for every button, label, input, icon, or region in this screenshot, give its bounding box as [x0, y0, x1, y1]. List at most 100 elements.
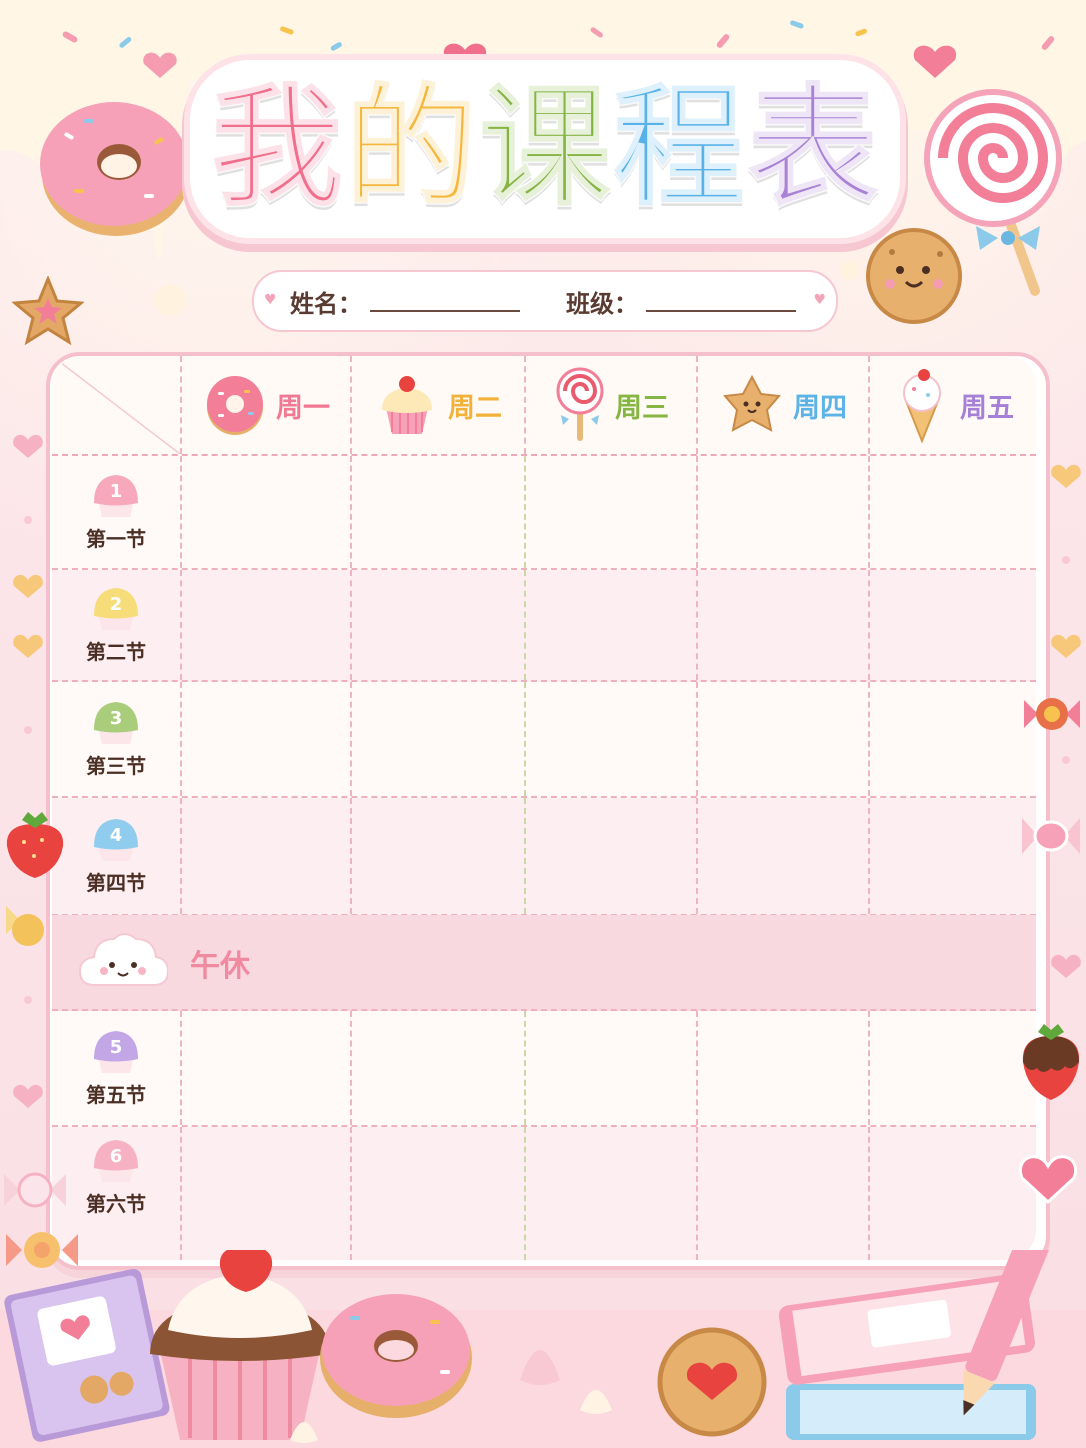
cookie-face-icon [866, 228, 962, 324]
class-cell[interactable] [868, 798, 1036, 914]
donut-icon [207, 376, 263, 435]
class-cell[interactable] [180, 682, 352, 796]
donut-icon [40, 102, 190, 236]
title-char: 表 [746, 71, 881, 225]
lollipop-icon [556, 367, 604, 441]
title-char: 课 [478, 71, 613, 225]
class-cell[interactable] [524, 682, 698, 796]
title-char: 我 [210, 71, 345, 225]
class-cell[interactable] [868, 1127, 1036, 1260]
day-label: 周四 [793, 392, 847, 424]
class-cell[interactable] [180, 456, 352, 568]
heart-icon: ♥ [813, 292, 826, 308]
title-char: 的 [344, 71, 479, 225]
period-label: 第三节 [86, 753, 146, 778]
day-label: 周三 [615, 392, 669, 424]
class-field[interactable] [646, 290, 796, 312]
class-cell[interactable] [350, 570, 526, 680]
period-number: 4 [110, 825, 123, 846]
period-label-cell: 3 第三节 [52, 682, 180, 796]
period-row-4: 4 第四节 [52, 798, 1036, 916]
period-label: 第四节 [86, 870, 146, 895]
class-cell[interactable] [524, 1127, 698, 1260]
class-cell[interactable] [868, 682, 1036, 796]
period-number: 1 [110, 481, 123, 502]
class-cell[interactable] [868, 456, 1036, 568]
period-number: 2 [110, 594, 123, 615]
star-cookie-icon [12, 276, 84, 346]
class-cell[interactable] [180, 1127, 352, 1260]
period-number: 3 [110, 708, 123, 729]
day-header-wed: 周三 [524, 356, 698, 454]
class-cell[interactable] [350, 1011, 526, 1125]
side-hearts-decoration [1051, 464, 1081, 978]
cupcake-badge-icon: 6 [94, 1139, 138, 1182]
timetable-grid: 周一 周二 周三 周四 周五 1 第一节 2 第二节 3 第三节 4 第四节 午… [52, 356, 1036, 1260]
class-cell[interactable] [696, 682, 870, 796]
period-row-1: 1 第一节 [52, 456, 1036, 570]
heart-icon [1018, 1155, 1078, 1205]
class-cell[interactable] [180, 1011, 352, 1125]
class-cell[interactable] [350, 1127, 526, 1260]
period-label-cell: 4 第四节 [52, 798, 180, 914]
title-char: 程 [612, 71, 747, 225]
cupcake-badge-icon: 2 [94, 587, 138, 630]
period-row-3: 3 第三节 [52, 682, 1036, 798]
class-cell[interactable] [868, 1011, 1036, 1125]
class-cell[interactable] [350, 456, 526, 568]
class-cell[interactable] [524, 456, 698, 568]
day-label: 周一 [276, 392, 330, 424]
class-cell[interactable] [696, 1127, 870, 1260]
student-info-bar: ♥ 姓名： 班级： ♥ [252, 270, 838, 332]
cupcake-icon [382, 376, 432, 434]
class-cell[interactable] [696, 456, 870, 568]
ice-cream-icon [903, 369, 941, 443]
cupcake-badge-icon: 5 [94, 1030, 138, 1073]
period-label-cell: 6 第六节 [52, 1127, 180, 1227]
class-cell[interactable] [524, 1011, 698, 1125]
class-label: 班级： [566, 289, 638, 318]
period-label: 第六节 [86, 1191, 146, 1216]
heart-icon: ♥ [264, 292, 277, 308]
day-header-mon: 周一 [180, 356, 352, 454]
cupcake-badge-icon: 3 [94, 701, 138, 744]
class-cell[interactable] [696, 798, 870, 914]
class-cell[interactable] [696, 1011, 870, 1125]
day-label: 周五 [960, 392, 1014, 424]
day-header-tue: 周二 [350, 356, 526, 454]
class-cell[interactable] [696, 570, 870, 680]
class-cell[interactable] [350, 798, 526, 914]
period-label: 第二节 [86, 639, 146, 664]
class-cell[interactable] [180, 798, 352, 914]
page-title: 我 的 课 程 表 [190, 58, 900, 238]
cupcake-badge-icon: 1 [94, 474, 138, 517]
lunch-break-row: 午休 [52, 915, 1036, 1011]
period-label-cell: 2 第二节 [52, 570, 180, 680]
class-cell[interactable] [180, 570, 352, 680]
side-hearts-decoration [13, 434, 43, 1108]
weekday-header-row: 周一 周二 周三 周四 周五 [52, 356, 1036, 456]
day-header-thu: 周四 [696, 356, 870, 454]
class-cell[interactable] [524, 570, 698, 680]
cookie-icon [723, 374, 781, 432]
cloud-icon [78, 933, 168, 986]
lunch-label: 午休 [190, 949, 250, 984]
day-header-fri: 周五 [868, 356, 1036, 454]
day-label: 周二 [448, 392, 502, 424]
cupcake-badge-icon: 4 [94, 818, 138, 861]
class-cell[interactable] [350, 682, 526, 796]
period-row-6: 6 第六节 [52, 1127, 1036, 1260]
period-row-2: 2 第二节 [52, 570, 1036, 682]
period-number: 6 [110, 1146, 123, 1167]
name-field[interactable] [370, 290, 520, 312]
name-label: 姓名： [290, 289, 362, 318]
class-cell[interactable] [868, 570, 1036, 680]
wrapped-candy-icon [4, 1172, 66, 1208]
period-number: 5 [110, 1037, 123, 1058]
period-label-cell: 5 第五节 [52, 1011, 180, 1125]
class-cell[interactable] [524, 798, 698, 914]
period-row-5: 5 第五节 [52, 1011, 1036, 1127]
period-label: 第五节 [86, 1082, 146, 1107]
bottom-sweets-decoration [0, 1250, 1086, 1448]
corner-cell [52, 356, 180, 454]
